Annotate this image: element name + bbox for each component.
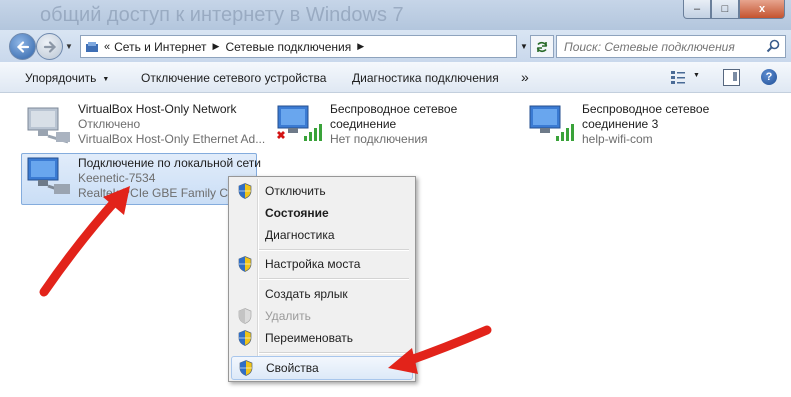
- chevron-down-icon: ▼: [102, 76, 110, 83]
- arrow-left-icon: [16, 40, 29, 53]
- connection-status: Нет подключения: [330, 132, 428, 146]
- chevron-right-icon[interactable]: ▶: [357, 41, 364, 52]
- change-view-icon[interactable]: [670, 69, 686, 85]
- menu-item-properties[interactable]: Свойства: [231, 356, 413, 380]
- refresh-button[interactable]: [530, 35, 554, 58]
- menu-separator: [259, 249, 409, 251]
- connection-wireless-3[interactable]: Беспроводное сетевое соединение 3 help-w…: [526, 102, 709, 148]
- network-adapter-icon: [22, 154, 74, 200]
- address-dropdown[interactable]: ▼: [520, 42, 528, 51]
- connection-status: Отключено: [78, 117, 141, 131]
- forward-button[interactable]: [36, 33, 63, 60]
- menu-item-label: Удалить: [265, 309, 311, 323]
- chevron-right-icon[interactable]: ▶: [213, 41, 220, 52]
- connection-name: Подключение по локальной сети: [78, 156, 261, 170]
- network-adapter-disabled-icon: [22, 102, 74, 148]
- disable-device-button[interactable]: Отключение сетевого устройства: [141, 71, 326, 85]
- uac-shield-icon: [238, 330, 252, 346]
- menu-item-label: Настройка моста: [265, 257, 361, 271]
- connection-name-line2: соединение 3: [582, 117, 659, 131]
- help-button[interactable]: ?: [761, 69, 777, 85]
- search-icon[interactable]: [766, 39, 780, 53]
- menu-separator: [259, 278, 409, 280]
- connection-wireless[interactable]: Беспроводное сетевое соединение Нет подк…: [274, 102, 457, 148]
- organize-label: Упорядочить: [25, 71, 97, 85]
- uac-shield-icon: [238, 256, 252, 272]
- connection-virtualbox[interactable]: VirtualBox Host-Only Network Отключено V…: [22, 102, 265, 148]
- menu-item-delete: Удалить: [231, 305, 411, 327]
- menu-item-disable[interactable]: Отключить: [231, 180, 411, 202]
- menu-item-label: Переименовать: [265, 331, 353, 345]
- uac-shield-icon: [238, 308, 252, 324]
- preview-pane-button[interactable]: [723, 69, 740, 86]
- connection-local-area[interactable]: Подключение по локальной сети Keenetic-7…: [21, 153, 261, 205]
- connection-device: VirtualBox Host-Only Ethernet Ad...: [78, 132, 266, 146]
- connection-name: VirtualBox Host-Only Network: [78, 102, 237, 116]
- view-options-dropdown[interactable]: ▼: [693, 72, 700, 79]
- connection-name-line2: соединение: [330, 117, 397, 131]
- context-menu: Отключить Состояние Диагностика Настройк…: [228, 176, 416, 382]
- background-page-title: общий доступ к интернету в Windows 7: [40, 4, 404, 26]
- more-commands-button[interactable]: »: [521, 69, 529, 85]
- menu-item-label: Создать ярлык: [265, 287, 348, 301]
- menu-item-create-shortcut[interactable]: Создать ярлык: [231, 283, 411, 305]
- close-button[interactable]: x: [739, 0, 785, 19]
- command-bar: Упорядочить ▼ Отключение сетевого устройс…: [0, 62, 791, 93]
- navigation-bar: ▼ « Сеть и Интернет ▶ Сетевые подключени…: [0, 30, 791, 62]
- diagnose-connection-button[interactable]: Диагностика подключения: [352, 71, 499, 85]
- menu-item-label: Диагностика: [265, 228, 335, 242]
- arrow-right-icon: [43, 40, 56, 53]
- breadcrumb-network-connections[interactable]: Сетевые подключения: [225, 40, 351, 54]
- breadcrumb-overflow[interactable]: «: [104, 41, 110, 53]
- menu-item-label: Свойства: [266, 361, 319, 375]
- address-bar[interactable]: « Сеть и Интернет ▶ Сетевые подключения …: [80, 35, 517, 58]
- search-input[interactable]: [562, 38, 766, 55]
- menu-item-bridge[interactable]: Настройка моста: [231, 253, 411, 275]
- menu-separator: [259, 352, 409, 354]
- uac-shield-icon: [239, 360, 253, 376]
- breadcrumb-network-internet[interactable]: Сеть и Интернет: [114, 40, 206, 54]
- menu-item-status[interactable]: Состояние: [231, 202, 411, 224]
- uac-shield-icon: [238, 183, 252, 199]
- connection-name: Беспроводное сетевое: [582, 102, 710, 116]
- recent-pages-dropdown[interactable]: ▼: [65, 42, 73, 51]
- wireless-disconnected-icon: [274, 102, 326, 148]
- wireless-connected-icon: [526, 102, 578, 148]
- search-box[interactable]: [556, 35, 786, 58]
- menu-item-label: Состояние: [265, 206, 329, 220]
- network-folder-icon: [86, 41, 98, 52]
- minimize-button[interactable]: –: [683, 0, 711, 19]
- maximize-button[interactable]: □: [711, 0, 739, 19]
- organize-menu[interactable]: Упорядочить ▼: [25, 71, 109, 85]
- back-button[interactable]: [9, 33, 36, 60]
- window-title-bar: общий доступ к интернету в Windows 7 – □…: [0, 0, 791, 30]
- window-controls: – □ x: [683, 0, 785, 19]
- connection-name: Беспроводное сетевое: [330, 102, 458, 116]
- menu-item-diagnose[interactable]: Диагностика: [231, 224, 411, 246]
- refresh-icon: [536, 41, 548, 52]
- connection-status: help-wifi-com: [582, 132, 653, 146]
- menu-item-label: Отключить: [265, 184, 326, 198]
- menu-item-rename[interactable]: Переименовать: [231, 327, 411, 349]
